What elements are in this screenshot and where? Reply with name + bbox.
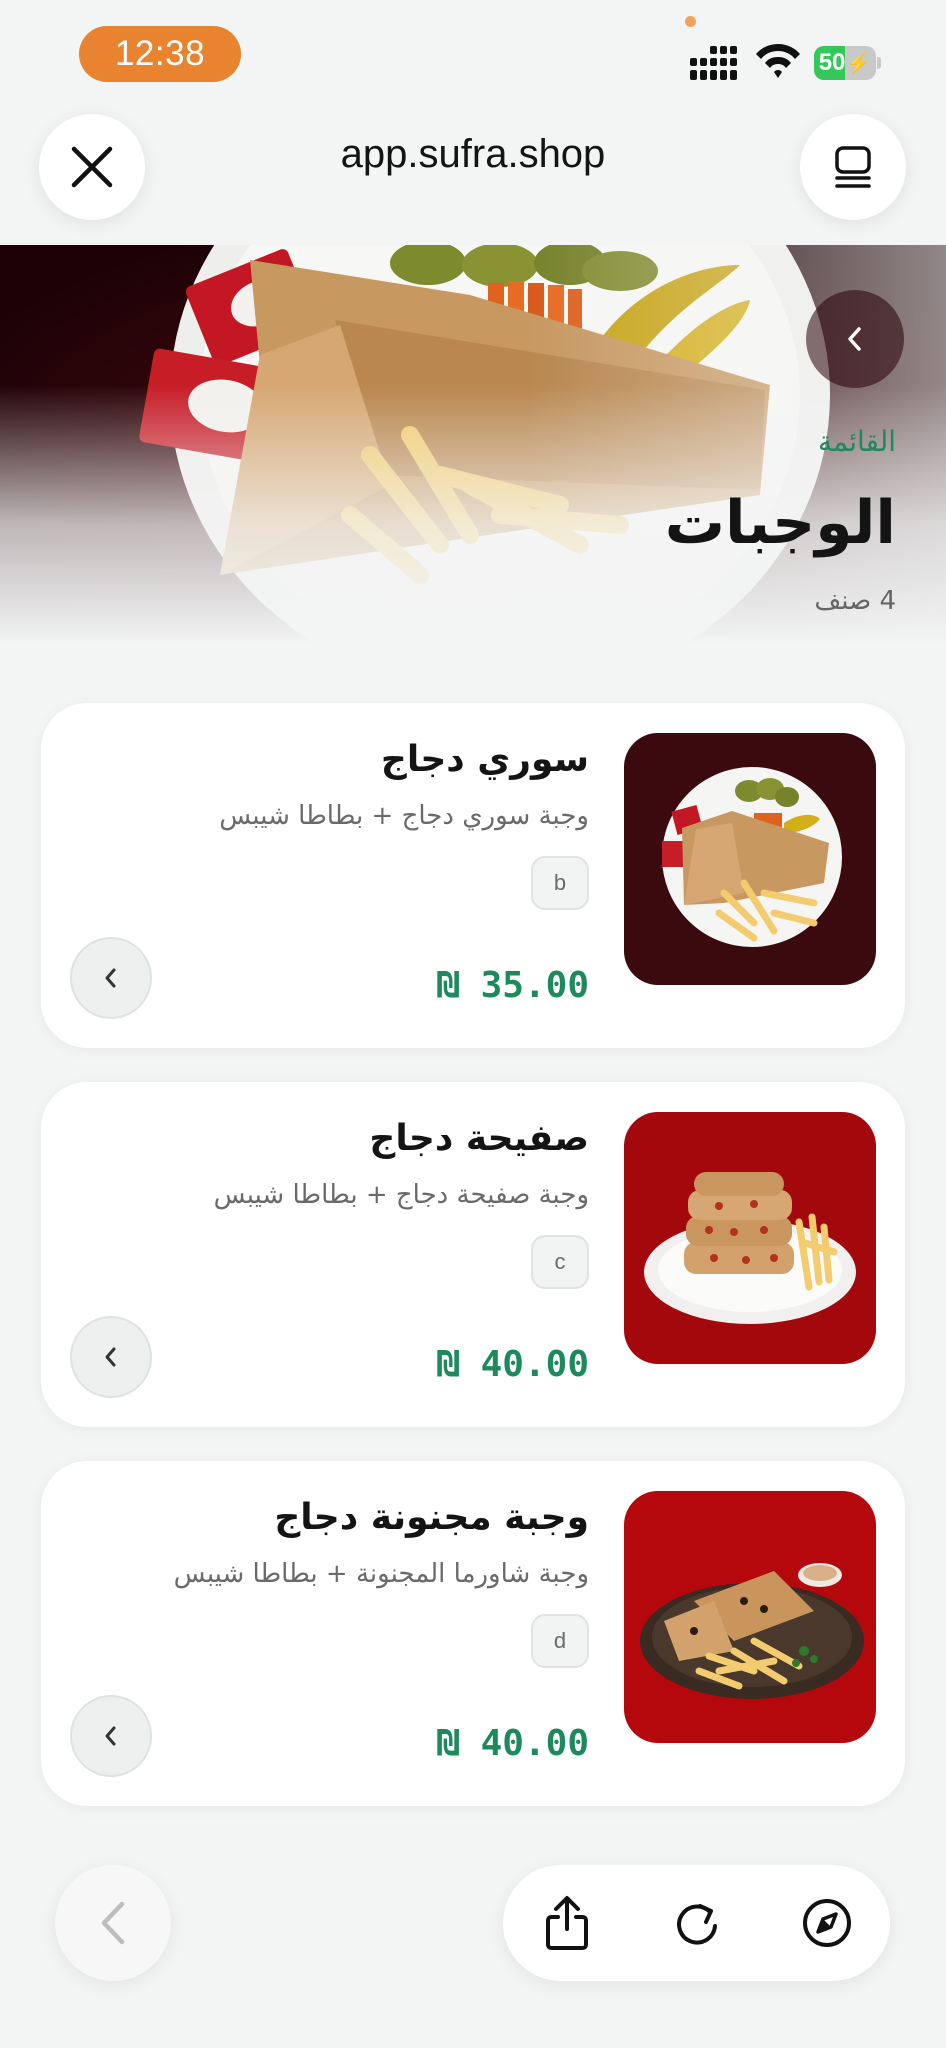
menu-item-description: وجبة سوري دجاج + بطاطا شيبس: [219, 801, 589, 831]
tabs-button[interactable]: [800, 114, 906, 220]
chevron-left-icon: [848, 327, 861, 351]
reload-icon: [677, 1904, 717, 1945]
back-arrow-icon: [101, 1901, 125, 1945]
menu-item-card[interactable]: وجبة مجنونة دجاج وجبة شاورما المجنونة + …: [41, 1461, 905, 1806]
chevron-left-icon: [105, 1726, 116, 1746]
category-eyebrow: القائمة: [818, 425, 896, 458]
reload-button[interactable]: [667, 1893, 727, 1953]
battery-indicator: 50 ⚡: [814, 46, 882, 80]
chevron-left-icon: [105, 1347, 116, 1367]
status-bar: 12:38 50 ⚡: [0, 0, 946, 110]
menu-item-title: سوري دجاج: [380, 739, 589, 780]
menu-item-card[interactable]: صفيحة دجاج وجبة صفيحة دجاج + بطاطا شيبس …: [41, 1082, 905, 1427]
share-icon: [546, 1896, 588, 1950]
close-button[interactable]: [39, 114, 145, 220]
hero-back-button[interactable]: [806, 290, 904, 388]
menu-item-image: [624, 733, 876, 985]
menu-item-card[interactable]: سوري دجاج وجبة سوري دجاج + بطاطا شيبس b …: [41, 703, 905, 1048]
menu-item-description: وجبة صفيحة دجاج + بطاطا شيبس: [213, 1180, 589, 1210]
menu-item-price: ₪ 40.00: [437, 1723, 589, 1764]
charging-bolt-icon: ⚡: [846, 52, 872, 75]
menu-item-image: [624, 1112, 876, 1364]
menu-item-description: وجبة شاورما المجنونة + بطاطا شيبس: [173, 1559, 589, 1589]
menu-item-price: ₪ 40.00: [437, 1344, 589, 1385]
compass-icon: [803, 1899, 851, 1947]
browser-back-button[interactable]: [55, 1865, 171, 1981]
menu-item-open-button[interactable]: [70, 1695, 152, 1777]
category-hero: [0, 245, 946, 645]
menu-item-code-badge: b: [531, 856, 589, 910]
tabs-icon: [835, 146, 871, 188]
privacy-indicator-dot: [685, 16, 696, 27]
battery-percentage: 50: [818, 49, 846, 76]
category-title: الوجبات: [664, 488, 896, 558]
menu-item-title: وجبة مجنونة دجاج: [274, 1497, 589, 1538]
menu-item-image: [624, 1491, 876, 1743]
menu-item-open-button[interactable]: [70, 937, 152, 1019]
browser-toolbar: [503, 1865, 890, 1981]
url-bar[interactable]: app.sufra.shop: [250, 132, 696, 177]
signal-icon: [690, 46, 737, 80]
compass-button[interactable]: [797, 1893, 857, 1953]
menu-item-price: ₪ 35.00: [437, 965, 589, 1006]
status-time: 12:38: [79, 26, 241, 82]
wifi-icon: [756, 44, 800, 78]
menu-item-code-badge: c: [531, 1235, 589, 1289]
share-button[interactable]: [537, 1893, 597, 1953]
category-item-count: 4 صنف: [814, 586, 896, 616]
menu-item-title: صفيحة دجاج: [369, 1118, 589, 1159]
close-icon: [71, 146, 113, 188]
chevron-left-icon: [105, 968, 116, 988]
menu-item-code-badge: d: [531, 1614, 589, 1668]
menu-item-open-button[interactable]: [70, 1316, 152, 1398]
